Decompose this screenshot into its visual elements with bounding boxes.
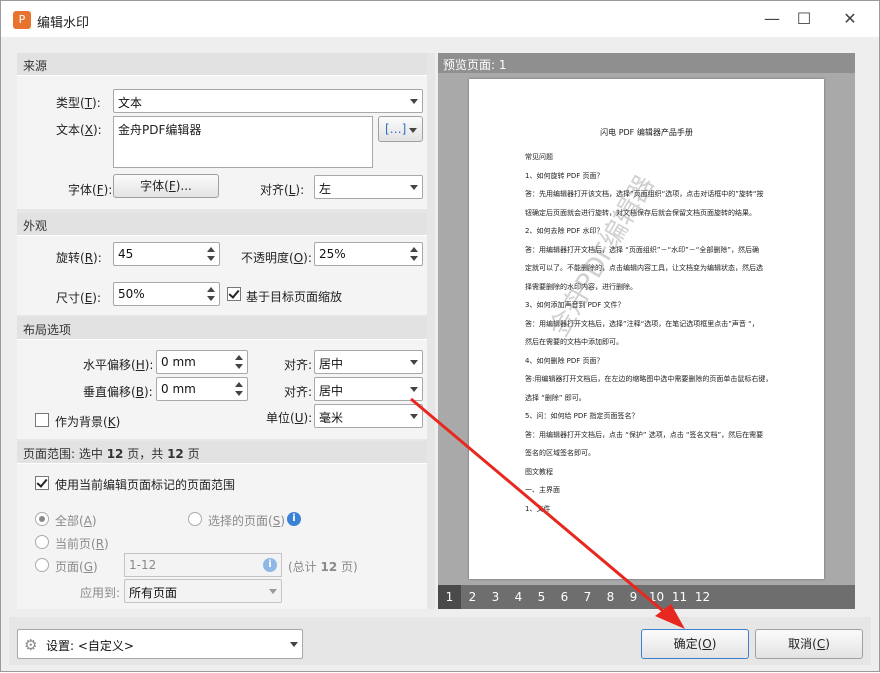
annotation-arrow <box>410 397 685 629</box>
edit-watermark-dialog: P 编辑水印 — ☐ ✕ 来源 类型(T): 文本 文本(X): 金舟PDF编辑… <box>0 0 880 672</box>
